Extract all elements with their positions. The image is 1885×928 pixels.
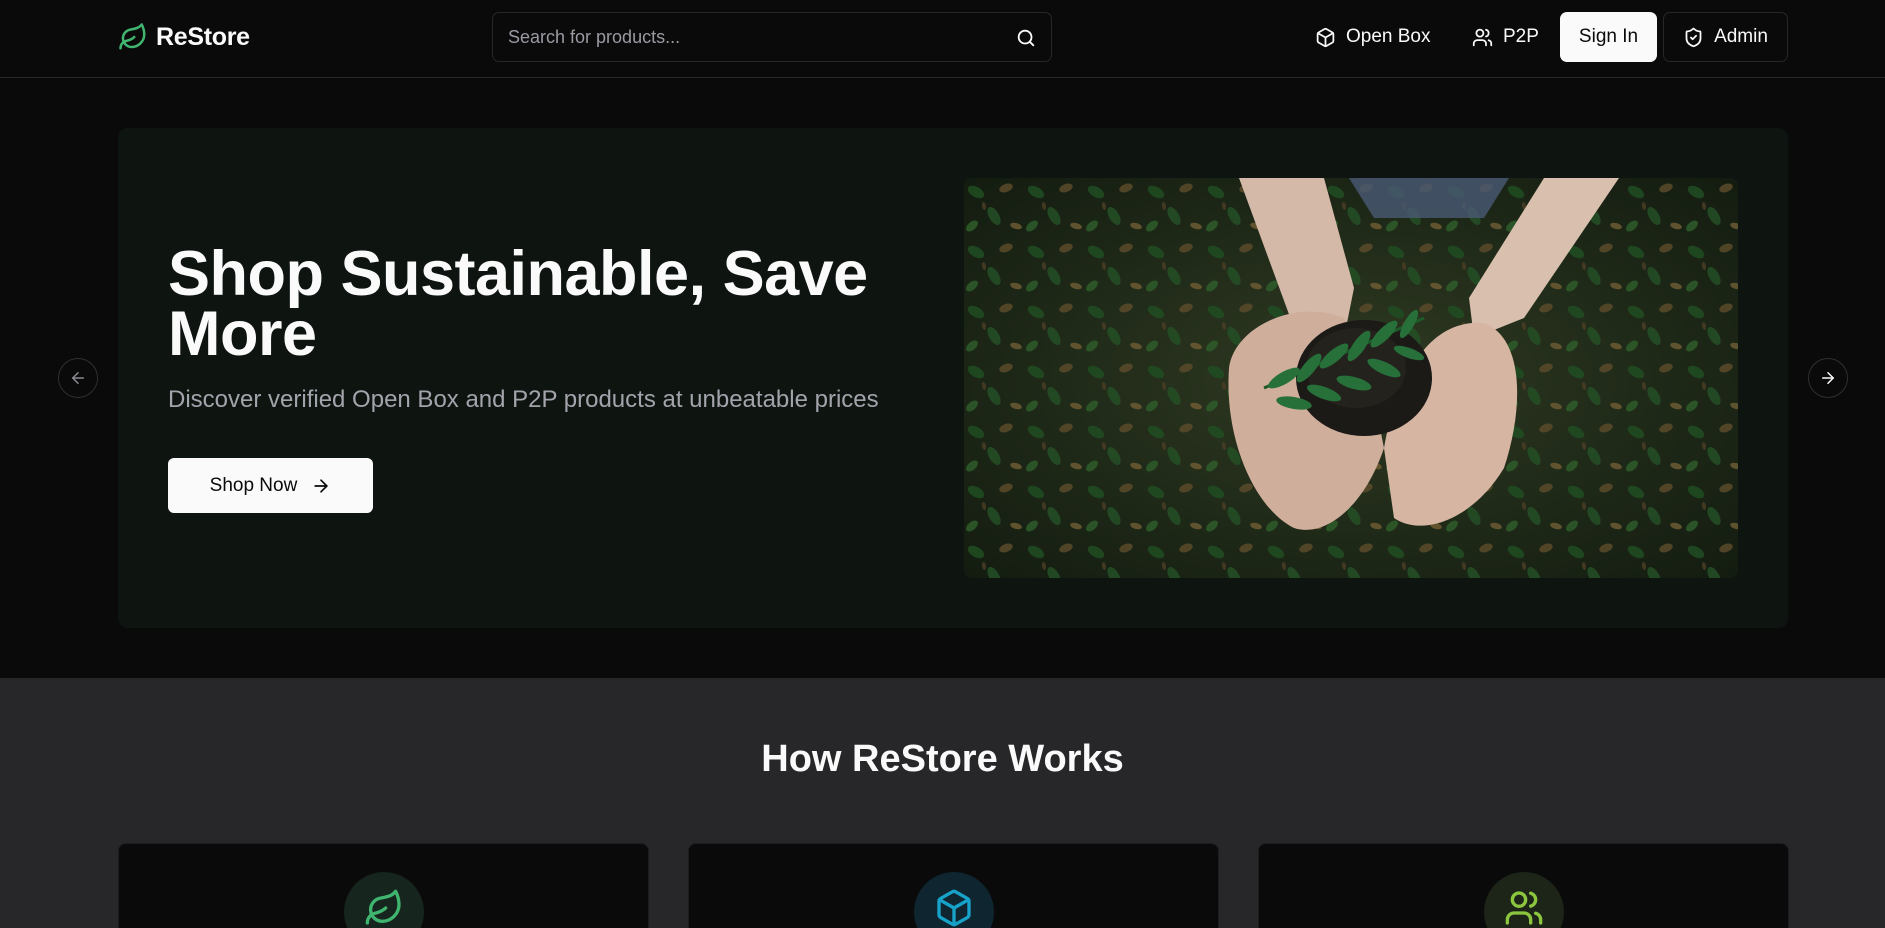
admin-label: Admin — [1714, 26, 1768, 47]
box-icon — [1316, 27, 1335, 47]
sign-in-button[interactable]: Sign In — [1560, 12, 1657, 62]
brand-logo[interactable]: ReStore — [118, 20, 250, 54]
search-input[interactable] — [493, 13, 1051, 61]
admin-button[interactable]: Admin — [1663, 12, 1788, 62]
shop-now-label: Shop Now — [209, 474, 298, 496]
leaf-icon — [365, 889, 401, 925]
feature-card-sustainable — [118, 843, 649, 928]
shop-now-button[interactable]: Shop Now — [168, 458, 373, 513]
hero-subtitle: Discover verified Open Box and P2P produ… — [168, 386, 879, 413]
hero-title: Shop Sustainable, Save More — [168, 239, 868, 369]
arrow-right-icon — [1822, 372, 1834, 384]
hero-image-hands-with-seedling — [964, 178, 1738, 578]
feature-icon-badge — [1484, 872, 1564, 928]
brand-name: ReStore — [156, 22, 250, 51]
feature-icon-badge — [914, 872, 994, 928]
users-icon — [1472, 28, 1493, 46]
carousel-prev-button[interactable] — [58, 358, 98, 398]
carousel-next-button[interactable] — [1808, 358, 1848, 398]
nav-open-box-link[interactable]: Open Box — [1303, 12, 1443, 62]
feature-icon-badge — [344, 872, 424, 928]
site-header: ReStore Open Box P2P Sign In Admin — [0, 0, 1885, 78]
how-it-works-title: How ReStore Works — [761, 738, 1124, 780]
arrow-left-icon — [72, 372, 84, 384]
search-bar — [492, 12, 1052, 62]
leaf-icon — [119, 23, 146, 50]
box-icon — [937, 889, 971, 927]
feature-card-open-box — [688, 843, 1219, 928]
nav-p2p-link[interactable]: P2P — [1460, 12, 1551, 62]
users-icon — [1505, 891, 1543, 925]
nav-p2p-label: P2P — [1503, 26, 1539, 47]
feature-card-p2p — [1258, 843, 1789, 928]
nav-open-box-label: Open Box — [1346, 26, 1431, 47]
shield-check-icon — [1685, 27, 1702, 47]
arrow-right-icon — [314, 478, 328, 493]
search-icon[interactable] — [1015, 27, 1037, 49]
